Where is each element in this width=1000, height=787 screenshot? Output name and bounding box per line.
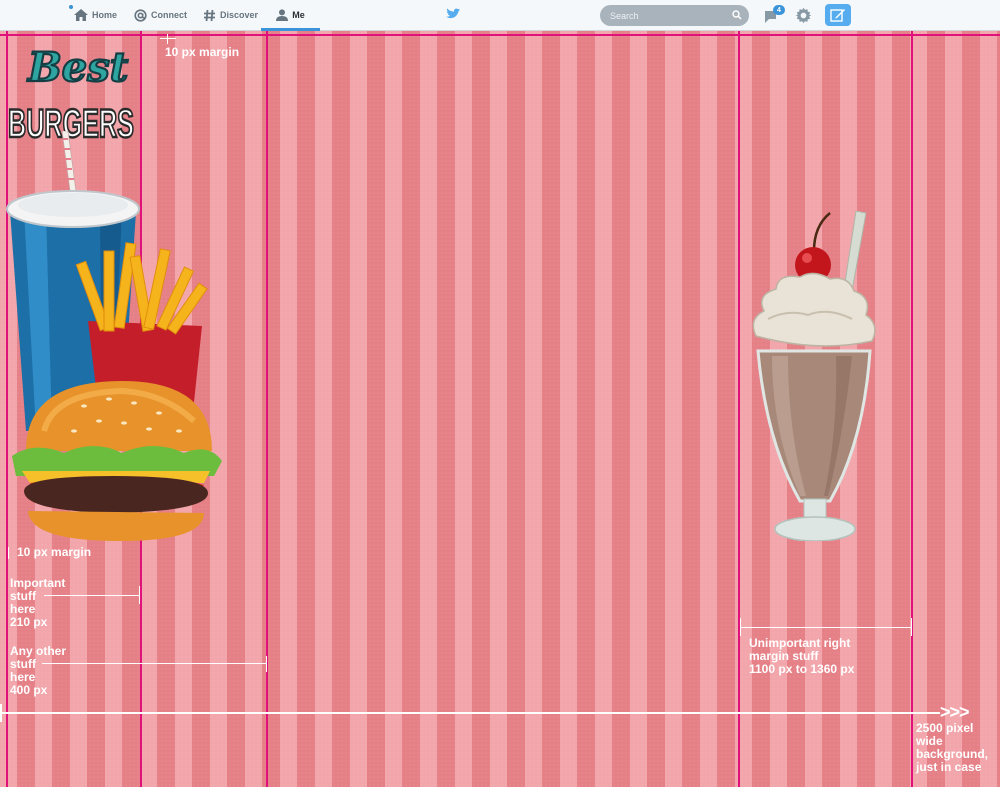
other-zone-label: Any other stuff here 400 px	[10, 645, 66, 697]
nav-connect[interactable]: Connect	[134, 0, 187, 30]
right-margin-measure-tick-left	[740, 618, 741, 636]
left-margin-label: 10 px margin	[17, 545, 92, 559]
top-margin-tick-vertical	[167, 34, 168, 44]
nav-me[interactable]: Me	[261, 0, 320, 31]
at-sign-icon	[134, 8, 147, 22]
important-zone-measure-line	[44, 595, 140, 596]
top-navigation-bar: Home Connect Discover Me 4	[0, 0, 1000, 31]
nav-discover[interactable]: Discover	[203, 0, 258, 30]
home-icon	[74, 9, 88, 21]
background-note-line-4: just in case	[916, 760, 982, 774]
right-margin-measure-tick-right	[911, 618, 912, 636]
profile-background-canvas: Best BURGERS 10 px margin 10 px margin I…	[0, 31, 1000, 787]
important-zone-label: Important stuff here 210 px	[10, 577, 65, 629]
compose-icon	[830, 9, 845, 22]
home-notification-dot	[69, 5, 73, 9]
right-margin-end-guide	[911, 31, 913, 787]
important-zone-measure-tick	[139, 586, 140, 604]
right-margin-label-line-3: 1100 px to 1360 px	[749, 662, 855, 676]
full-width-measure-tick	[0, 704, 2, 722]
nav-home-label: Home	[92, 10, 118, 20]
logo-best-text: Best	[27, 44, 129, 91]
nav-connect-label: Connect	[151, 10, 187, 20]
other-zone-guide	[266, 31, 268, 787]
search-box[interactable]	[600, 5, 749, 26]
burger-combo-illustration	[6, 131, 222, 541]
right-margin-start-guide	[738, 31, 740, 787]
messages-badge: 4	[773, 5, 785, 15]
background-width-label: 2500 pixel wide background, just in case	[916, 722, 988, 774]
gear-icon[interactable]	[795, 7, 812, 24]
full-width-measure-line	[0, 712, 940, 714]
search-icon[interactable]	[732, 10, 742, 20]
right-margin-label: Unimportant right margin stuff 1100 px t…	[749, 637, 854, 676]
other-zone-measure-line	[42, 663, 267, 664]
person-icon	[276, 9, 289, 21]
other-zone-measure-tick	[266, 656, 267, 672]
nav-home[interactable]: Home	[74, 0, 117, 30]
important-label-line-4: 210 px	[10, 615, 48, 629]
top-margin-label: 10 px margin	[165, 45, 240, 59]
other-label-line-4: 400 px	[10, 683, 48, 697]
top-margin-guide	[0, 34, 1000, 36]
top-margin-tick	[160, 38, 176, 39]
left-margin-tick	[8, 547, 9, 559]
compose-tweet-button[interactable]	[825, 4, 851, 26]
nav-discover-label: Discover	[220, 10, 259, 20]
search-input[interactable]	[608, 9, 729, 22]
right-margin-measure-line	[740, 627, 912, 628]
milkshake-illustration	[752, 211, 876, 541]
continue-arrow: >>>	[940, 702, 970, 722]
nav-me-label: Me	[292, 10, 305, 20]
hashtag-icon	[204, 9, 215, 21]
twitter-bird-icon[interactable]	[446, 8, 460, 20]
messages-button[interactable]: 4	[764, 5, 786, 26]
